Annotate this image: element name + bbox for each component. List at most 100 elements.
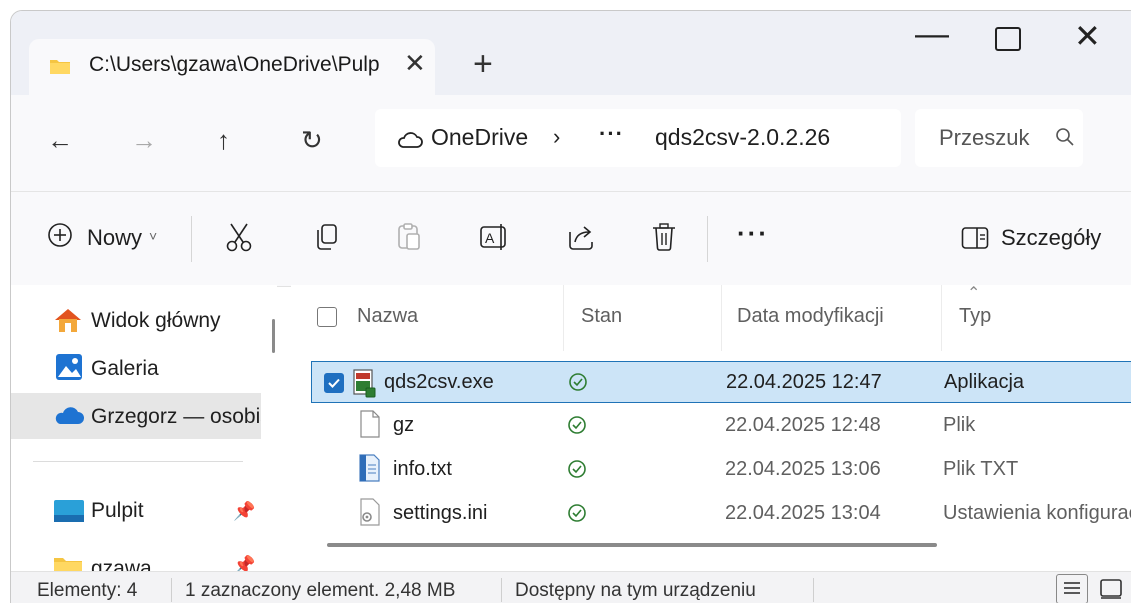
details-button[interactable]: Szczegóły: [1001, 225, 1101, 251]
sidebar-item-gzawa[interactable]: gzawa 📌: [11, 539, 261, 571]
list-view-icon: [1064, 582, 1080, 594]
select-all-checkbox[interactable]: [317, 307, 337, 327]
maximize-button[interactable]: [995, 27, 1021, 51]
file-date: 22.04.2025 12:47: [726, 371, 882, 393]
delete-icon[interactable]: [651, 222, 677, 252]
column-divider[interactable]: [941, 285, 942, 351]
blank-file-icon: [360, 410, 380, 438]
tab-pulpit[interactable]: C:\Users\gzawa\OneDrive\Pulpit ✕: [29, 39, 435, 95]
search-input[interactable]: Przeszuk: [939, 125, 1029, 151]
pin-icon[interactable]: 📌: [233, 501, 255, 522]
ini-file-icon: [360, 498, 380, 526]
column-divider[interactable]: [721, 285, 722, 351]
column-header-status[interactable]: Stan: [581, 305, 622, 328]
share-icon[interactable]: [567, 222, 595, 252]
file-type: Ustawienia konfiguracji: [943, 502, 1131, 524]
back-button[interactable]: ←: [47, 125, 73, 156]
file-list: Nazwa Stan Data modyfikacji ⌃ Typ qds2cs…: [291, 285, 1131, 571]
onedrive-icon: [55, 407, 84, 424]
navigation-pane: Widok główny Galeria Grzegorz — osobiste…: [11, 285, 277, 571]
close-button[interactable]: ✕: [1074, 17, 1101, 55]
table-row[interactable]: qds2csv.exe 22.04.2025 12:47 Aplikacja: [311, 361, 1131, 403]
sidebar-scrollbar[interactable]: [272, 319, 275, 353]
sync-check-icon: [568, 416, 586, 434]
selection-info: 1 zaznaczony element. 2,48 MB: [185, 580, 456, 601]
column-header-date[interactable]: Data modyfikacji: [737, 305, 884, 328]
search-icon: [1056, 128, 1074, 146]
exe-icon: [353, 369, 376, 398]
status-divider: [171, 578, 172, 602]
file-name: gz: [393, 414, 415, 436]
sidebar-item-home[interactable]: Widok główny: [11, 297, 261, 343]
sync-check-icon: [568, 460, 586, 478]
column-divider[interactable]: [563, 285, 564, 351]
sync-check-icon: [569, 373, 587, 391]
paste-icon[interactable]: [395, 222, 423, 252]
file-date: 22.04.2025 13:04: [725, 502, 881, 524]
column-header-name[interactable]: Nazwa: [357, 305, 418, 328]
sync-check-icon: [568, 504, 586, 522]
refresh-button[interactable]: ↻: [301, 125, 323, 156]
breadcrumb-onedrive[interactable]: OneDrive: [431, 124, 528, 151]
tiles-view-icon[interactable]: [1099, 578, 1123, 600]
cut-icon[interactable]: [225, 222, 253, 252]
sidebar-item-label: Widok główny: [91, 309, 221, 332]
home-icon: [55, 309, 81, 332]
table-row[interactable]: settings.ini 22.04.2025 13:04 Ustawienia…: [311, 493, 1131, 535]
new-tab-button[interactable]: +: [473, 45, 493, 84]
up-button[interactable]: ↑: [217, 125, 230, 156]
column-header-type[interactable]: Typ: [959, 305, 991, 328]
file-type: Aplikacja: [944, 371, 1025, 393]
new-button[interactable]: Nowy: [87, 225, 142, 251]
search-box[interactable]: Przeszuk: [915, 109, 1083, 167]
table-row[interactable]: gz 22.04.2025 12:48 Plik: [311, 405, 1131, 447]
file-name: settings.ini: [393, 502, 488, 524]
file-name: qds2csv.exe: [384, 371, 494, 393]
minimize-button[interactable]: —: [915, 15, 949, 54]
file-type: Plik: [943, 414, 976, 436]
toolbar-divider: [191, 216, 192, 262]
txt-file-icon: [359, 454, 380, 482]
gallery-icon: [56, 354, 82, 380]
tab-close-icon[interactable]: ✕: [404, 48, 426, 79]
status-divider: [501, 578, 502, 602]
sort-chevron-icon: ⌃: [967, 285, 981, 302]
file-date: 22.04.2025 13:06: [725, 458, 881, 480]
toolbar-divider: [707, 216, 708, 262]
breadcrumb-separator[interactable]: ›: [553, 124, 560, 150]
more-options-button[interactable]: ···: [737, 218, 769, 249]
row-checkbox[interactable]: [324, 373, 344, 393]
availability-status: Dostępny na tym urządzeniu: [515, 580, 756, 601]
sidebar-item-label: Grzegorz — osobiste: [91, 405, 261, 428]
chevron-down-icon[interactable]: ˅: [149, 228, 157, 244]
item-count: Elementy: 4: [37, 580, 138, 601]
breadcrumb-overflow[interactable]: ···: [599, 121, 624, 147]
rename-icon[interactable]: A: [479, 222, 511, 252]
plus-circle-icon[interactable]: [47, 222, 73, 248]
forward-button[interactable]: →: [131, 125, 157, 156]
horizontal-scrollbar[interactable]: [327, 543, 937, 547]
table-row[interactable]: info.txt 22.04.2025 13:06 Plik TXT: [311, 449, 1131, 491]
breadcrumb-current-folder[interactable]: qds2csv-2.0.2.26: [655, 124, 830, 151]
folder-icon: [50, 60, 70, 74]
address-bar[interactable]: OneDrive › ··· qds2csv-2.0.2.26: [375, 109, 901, 167]
desktop-icon: [54, 500, 84, 522]
sidebar-item-gallery[interactable]: Galeria: [11, 345, 261, 391]
tab-title: C:\Users\gzawa\OneDrive\Pulpit: [89, 53, 379, 76]
sidebar-item-label: Galeria: [91, 357, 159, 380]
status-bar: Elementy: 4 1 zaznaczony element. 2,48 M…: [11, 571, 1131, 603]
pin-icon[interactable]: 📌: [233, 555, 255, 571]
details-pane-icon[interactable]: [961, 226, 989, 250]
sidebar-item-onedrive[interactable]: Grzegorz — osobiste: [11, 393, 261, 439]
onedrive-cloud-icon: [398, 132, 423, 148]
column-header-row: Nazwa Stan Data modyfikacji ⌃ Typ: [291, 285, 1131, 351]
copy-icon[interactable]: [313, 222, 341, 252]
sidebar-divider: [33, 461, 243, 462]
svg-text:A: A: [485, 230, 495, 246]
sidebar-item-desktop[interactable]: Pulpit 📌: [11, 487, 261, 533]
details-view-button[interactable]: [1056, 574, 1088, 603]
checkmark-icon: [328, 378, 340, 388]
file-explorer-window: C:\Users\gzawa\OneDrive\Pulpit ✕ + — ✕ ←…: [10, 10, 1131, 603]
title-bar: C:\Users\gzawa\OneDrive\Pulpit ✕ + — ✕: [11, 11, 1131, 95]
command-bar: Nowy ˅ A ··· Szczegóły: [11, 191, 1131, 287]
